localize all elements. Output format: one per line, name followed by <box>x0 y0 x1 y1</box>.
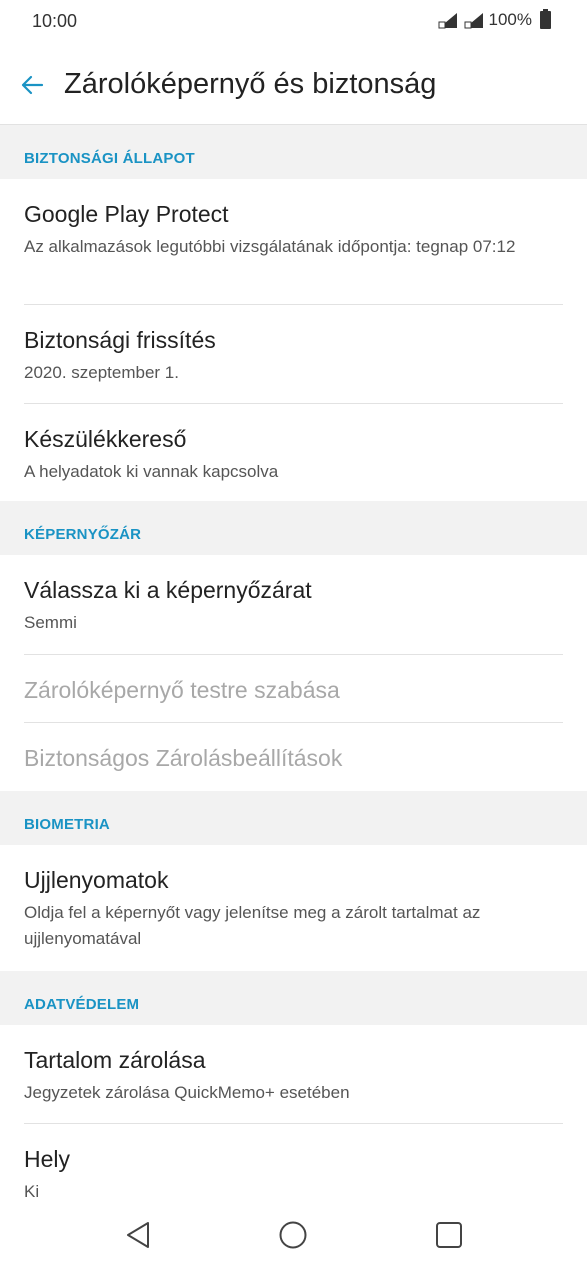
section-title: ADATVÉDELEM <box>24 996 140 1013</box>
app-bar: Zárolóképernyő és biztonság <box>0 44 587 125</box>
battery-percent: 100% <box>488 10 532 29</box>
item-title: Tartalom zárolása <box>24 1047 206 1073</box>
section-header-screen-lock: KÉPERNYŐZÁR <box>0 501 587 555</box>
item-subtitle: 2020. szeptember 1. <box>24 363 179 382</box>
item-title: Válassza ki a képernyőzárat <box>24 577 312 603</box>
signal-sim2-icon <box>463 11 485 29</box>
section-header-privacy: ADATVÉDELEM <box>0 971 587 1025</box>
navigation-bar <box>0 1200 587 1272</box>
status-bar: 10:00 100% <box>0 0 587 44</box>
section-header-biometrics: BIOMETRIA <box>0 791 587 845</box>
list-item-customize-lock-screen[interactable]: Zárolóképernyő testre szabása <box>0 655 587 723</box>
signal-sim1-icon <box>437 11 459 29</box>
list-item-play-protect[interactable]: Google Play Protect Az alkalmazások legu… <box>0 179 587 305</box>
item-subtitle: Az alkalmazások legutóbbi vizsgálatának … <box>24 237 516 256</box>
item-title: Hely <box>24 1146 71 1172</box>
item-title: Zárolóképernyő testre szabása <box>24 677 340 703</box>
list-item-select-screen-lock[interactable]: Válassza ki a képernyőzárat Semmi <box>0 555 587 655</box>
item-subtitle: A helyadatok ki vannak kapcsolva <box>24 462 279 481</box>
section-title: BIOMETRIA <box>24 816 110 833</box>
page-title: Zárolóképernyő és biztonság <box>64 68 437 100</box>
list-item-content-lock[interactable]: Tartalom zárolása Jegyzetek zárolása Qui… <box>0 1025 587 1124</box>
item-title: Ujjlenyomatok <box>24 867 169 893</box>
section-title: KÉPERNYŐZÁR <box>24 526 142 543</box>
list-item-security-update[interactable]: Biztonsági frissítés 2020. szeptember 1. <box>0 305 587 404</box>
arrow-left-icon[interactable] <box>18 71 46 99</box>
item-title: Google Play Protect <box>24 201 229 227</box>
item-subtitle: Jegyzetek zárolása QuickMemo+ esetében <box>24 1083 350 1102</box>
square-recent-icon[interactable] <box>432 1218 466 1252</box>
list-item-device-finder[interactable]: Készülékkereső A helyadatok ki vannak ka… <box>0 404 587 501</box>
settings-list: BIZTONSÁGI ÁLLAPOT Google Play Protect A… <box>0 125 587 1223</box>
status-icons: 100% <box>437 9 551 30</box>
status-time: 10:00 <box>32 11 78 31</box>
item-title: Biztonsági frissítés <box>24 327 216 353</box>
section-title: BIZTONSÁGI ÁLLAPOT <box>24 150 195 167</box>
battery-icon <box>540 9 551 29</box>
section-header-security-status: BIZTONSÁGI ÁLLAPOT <box>0 125 587 179</box>
circle-home-icon[interactable] <box>276 1218 310 1252</box>
list-item-secure-lock-settings[interactable]: Biztonságos Zárolásbeállítások <box>0 723 587 791</box>
item-title: Készülékkereső <box>24 426 187 452</box>
item-subtitle: Semmi <box>24 613 77 632</box>
item-title: Biztonságos Zárolásbeállítások <box>24 745 343 771</box>
item-subtitle: Oldja fel a képernyőt vagy jelenítse meg… <box>24 903 481 948</box>
list-item-fingerprints[interactable]: Ujjlenyomatok Oldja fel a képernyőt vagy… <box>0 845 587 971</box>
triangle-back-icon[interactable] <box>122 1218 156 1252</box>
